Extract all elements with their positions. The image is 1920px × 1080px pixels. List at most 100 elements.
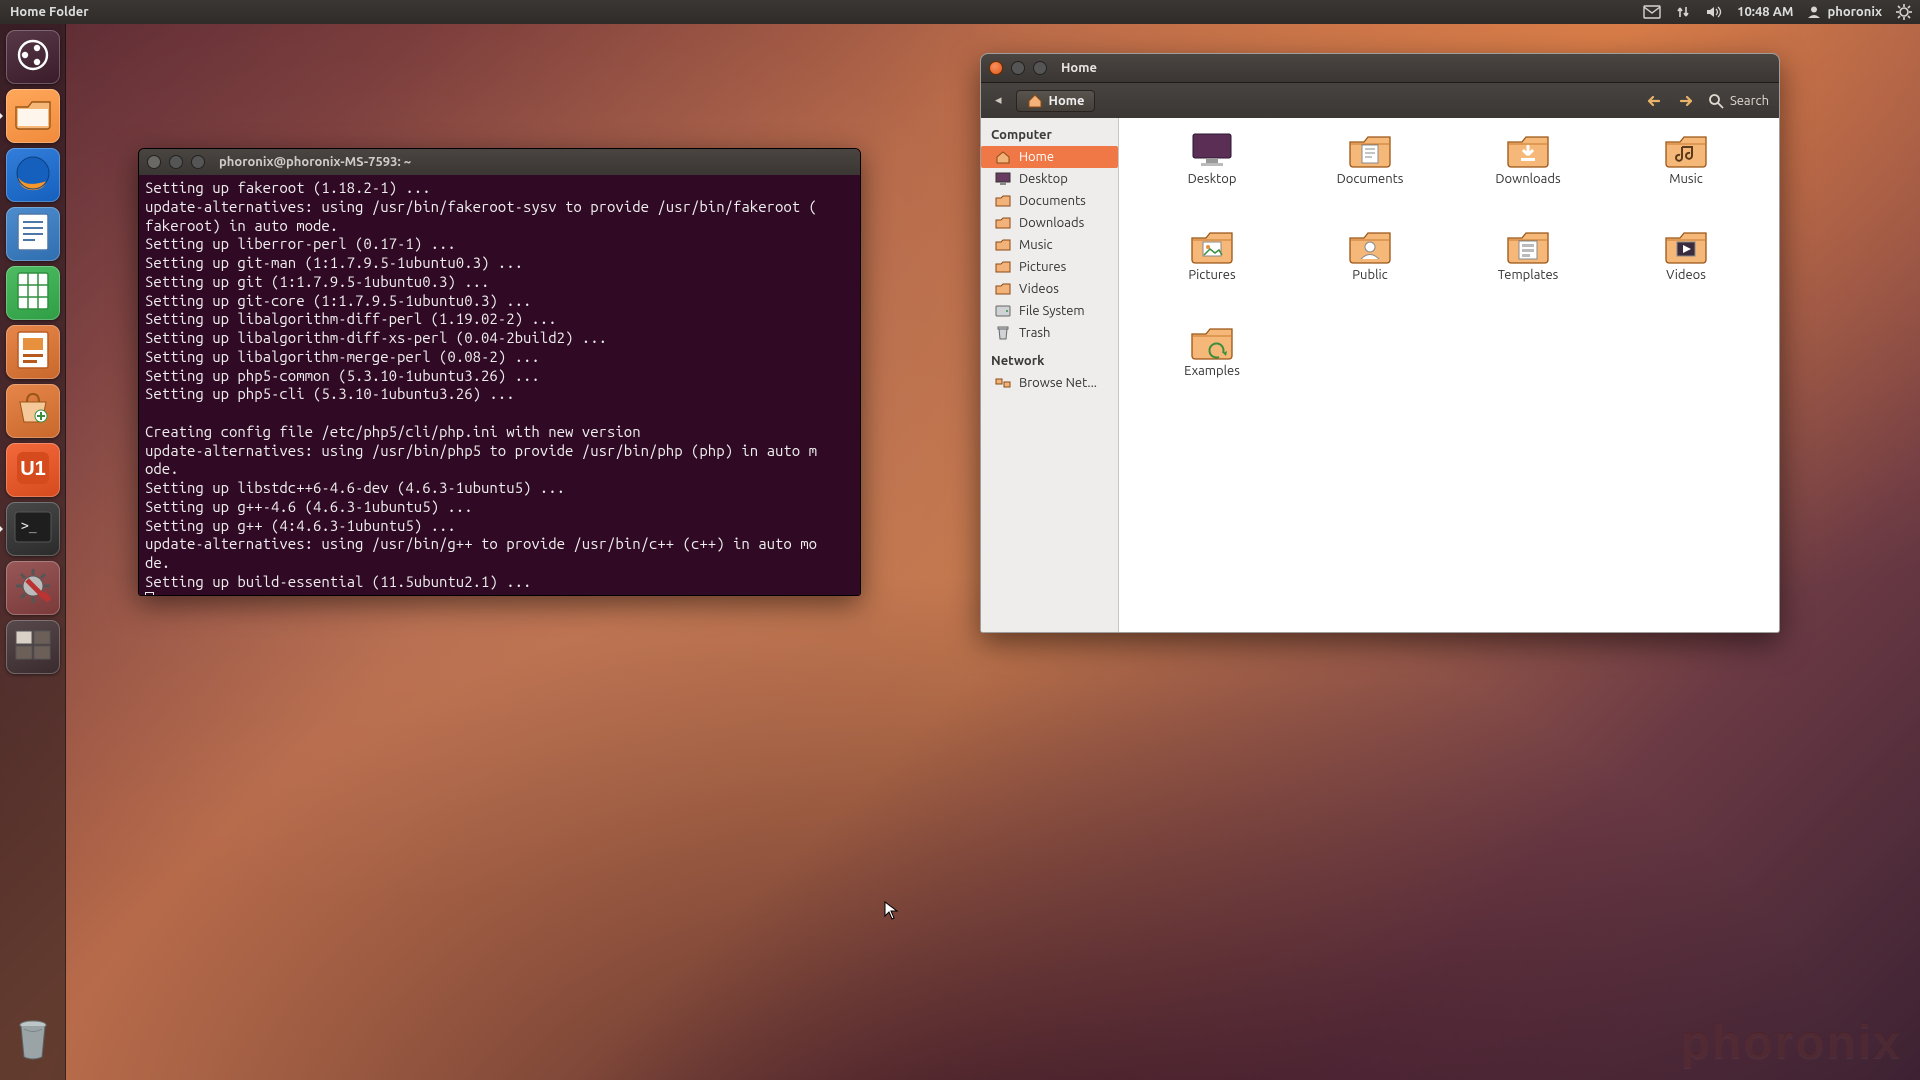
folder-icon [1347,132,1393,168]
folder-music[interactable]: Music [1611,132,1761,222]
clock[interactable]: 10:48 AM [1737,5,1793,19]
folder-icon [995,193,1011,209]
folder-label: Public [1352,268,1387,282]
launcher-writer-icon[interactable] [6,207,60,261]
sidebar-item-videos[interactable]: Videos [981,278,1118,300]
folder-icon [1189,228,1235,264]
sidebar-header-computer: Computer [981,124,1118,146]
terminal-titlebar[interactable]: phoronix@phoronix-MS-7593: ~ [139,149,860,175]
sidebar-item-label: Downloads [1019,216,1084,230]
launcher-firefox-icon[interactable] [6,148,60,202]
firefox-icon [13,153,53,197]
sidebar-item-documents[interactable]: Documents [981,190,1118,212]
ubuntu-one-icon: U1 [13,448,53,492]
folder-examples[interactable]: Examples [1137,324,1287,414]
folder-icon [1189,324,1235,360]
launcher-dash-icon[interactable] [6,30,60,84]
power-cog-icon[interactable] [1896,4,1912,20]
files-toolbar: ◂ Home Search [981,82,1779,118]
nav-back-button[interactable] [1644,90,1666,112]
launcher-ubuntu-one-icon[interactable]: U1 [6,443,60,497]
launcher-terminal-icon[interactable]: >_ [6,502,60,556]
folder-label: Pictures [1188,268,1235,282]
terminal-icon: >_ [13,510,53,548]
sidebar-item-music[interactable]: Music [981,234,1118,256]
folder-videos[interactable]: Videos [1611,228,1761,318]
trash-icon [13,1017,53,1061]
sound-icon[interactable] [1705,5,1723,19]
folder-icon [1347,228,1393,264]
network-icon[interactable] [1675,4,1691,20]
search-icon [1708,93,1724,109]
sidebar-header-network: Network [981,350,1118,372]
launcher-calc-icon[interactable] [6,266,60,320]
desktop-icon [995,171,1011,187]
settings-icon [13,566,53,610]
svg-text:U1: U1 [20,458,46,480]
mail-icon[interactable] [1643,5,1661,19]
sidebar-item-home[interactable]: Home [981,146,1118,168]
window-close-button[interactable] [147,155,161,169]
window-maximize-button[interactable] [191,155,205,169]
files-iconview[interactable]: Desktop Documents Downloads Music Pictures Pu… [1119,118,1779,632]
sidebar-item-label: Videos [1019,282,1059,296]
folder-label: Videos [1666,268,1706,282]
sidebar-item-label: Browse Net... [1019,376,1097,390]
impress-icon [15,330,51,374]
terminal-title: phoronix@phoronix-MS-7593: ~ [219,155,411,169]
username-label: phoronix [1827,5,1882,19]
folder-icon [995,237,1011,253]
search-label: Search [1730,94,1769,108]
terminal-window[interactable]: phoronix@phoronix-MS-7593: ~ Setting up … [138,148,861,596]
terminal-output[interactable]: Setting up fakeroot (1.18.2-1) ... updat… [139,175,860,596]
window-maximize-button[interactable] [1033,61,1047,75]
folder-templates[interactable]: Templates [1453,228,1603,318]
sidebar-item-downloads[interactable]: Downloads [981,212,1118,234]
folder-label: Music [1669,172,1703,186]
files-sidebar: Computer HomeDesktopDocuments Downloads Mu… [981,118,1119,632]
arrow-left-icon [1645,93,1665,109]
window-close-button[interactable] [989,61,1003,75]
launcher-settings-icon[interactable] [6,561,60,615]
window-minimize-button[interactable] [169,155,183,169]
folder-documents[interactable]: Documents [1295,132,1445,222]
path-button-home[interactable]: Home [1016,90,1096,112]
focused-app-title: Home Folder [6,5,89,19]
calc-icon [15,271,51,315]
network-icon [995,375,1011,391]
sidebar-item-pictures[interactable]: Pictures [981,256,1118,278]
files-title: Home [1061,61,1097,75]
sidebar-item-label: Pictures [1019,260,1066,274]
folder-icon [1505,228,1551,264]
sidebar-item-desktop[interactable]: Desktop [981,168,1118,190]
path-chevron-icon[interactable]: ◂ [991,93,1006,108]
folder-label: Documents [1337,172,1404,186]
sidebar-item-label: Trash [1019,326,1050,340]
search-button[interactable]: Search [1708,93,1769,109]
files-window[interactable]: Home ◂ Home Search Computer HomeDesktopD… [980,53,1780,633]
launcher-impress-icon[interactable] [6,325,60,379]
workspace-switcher-icon [13,628,53,666]
sidebar-item-browse-network[interactable]: Browse Net... [981,372,1118,394]
launcher-workspace-switcher-icon[interactable] [6,620,60,674]
folder-label: Downloads [1495,172,1560,186]
unity-launcher: U1 >_ [0,24,66,1080]
files-titlebar[interactable]: Home [981,54,1779,82]
nav-forward-button[interactable] [1676,90,1698,112]
trash-icon [995,325,1011,341]
folder-desktop[interactable]: Desktop [1137,132,1287,222]
dash-icon [14,36,52,78]
launcher-software-center-icon[interactable] [6,384,60,438]
launcher-trash[interactable] [6,1012,60,1066]
folder-label: Desktop [1188,172,1237,186]
folder-public[interactable]: Public [1295,228,1445,318]
writer-icon [15,212,51,256]
svg-text:>_: >_ [21,519,37,534]
folder-downloads[interactable]: Downloads [1453,132,1603,222]
launcher-files-icon[interactable] [6,89,60,143]
sidebar-item-trash[interactable]: Trash [981,322,1118,344]
session-menu[interactable]: phoronix [1807,5,1882,19]
window-minimize-button[interactable] [1011,61,1025,75]
folder-pictures[interactable]: Pictures [1137,228,1287,318]
sidebar-item-file-system[interactable]: File System [981,300,1118,322]
